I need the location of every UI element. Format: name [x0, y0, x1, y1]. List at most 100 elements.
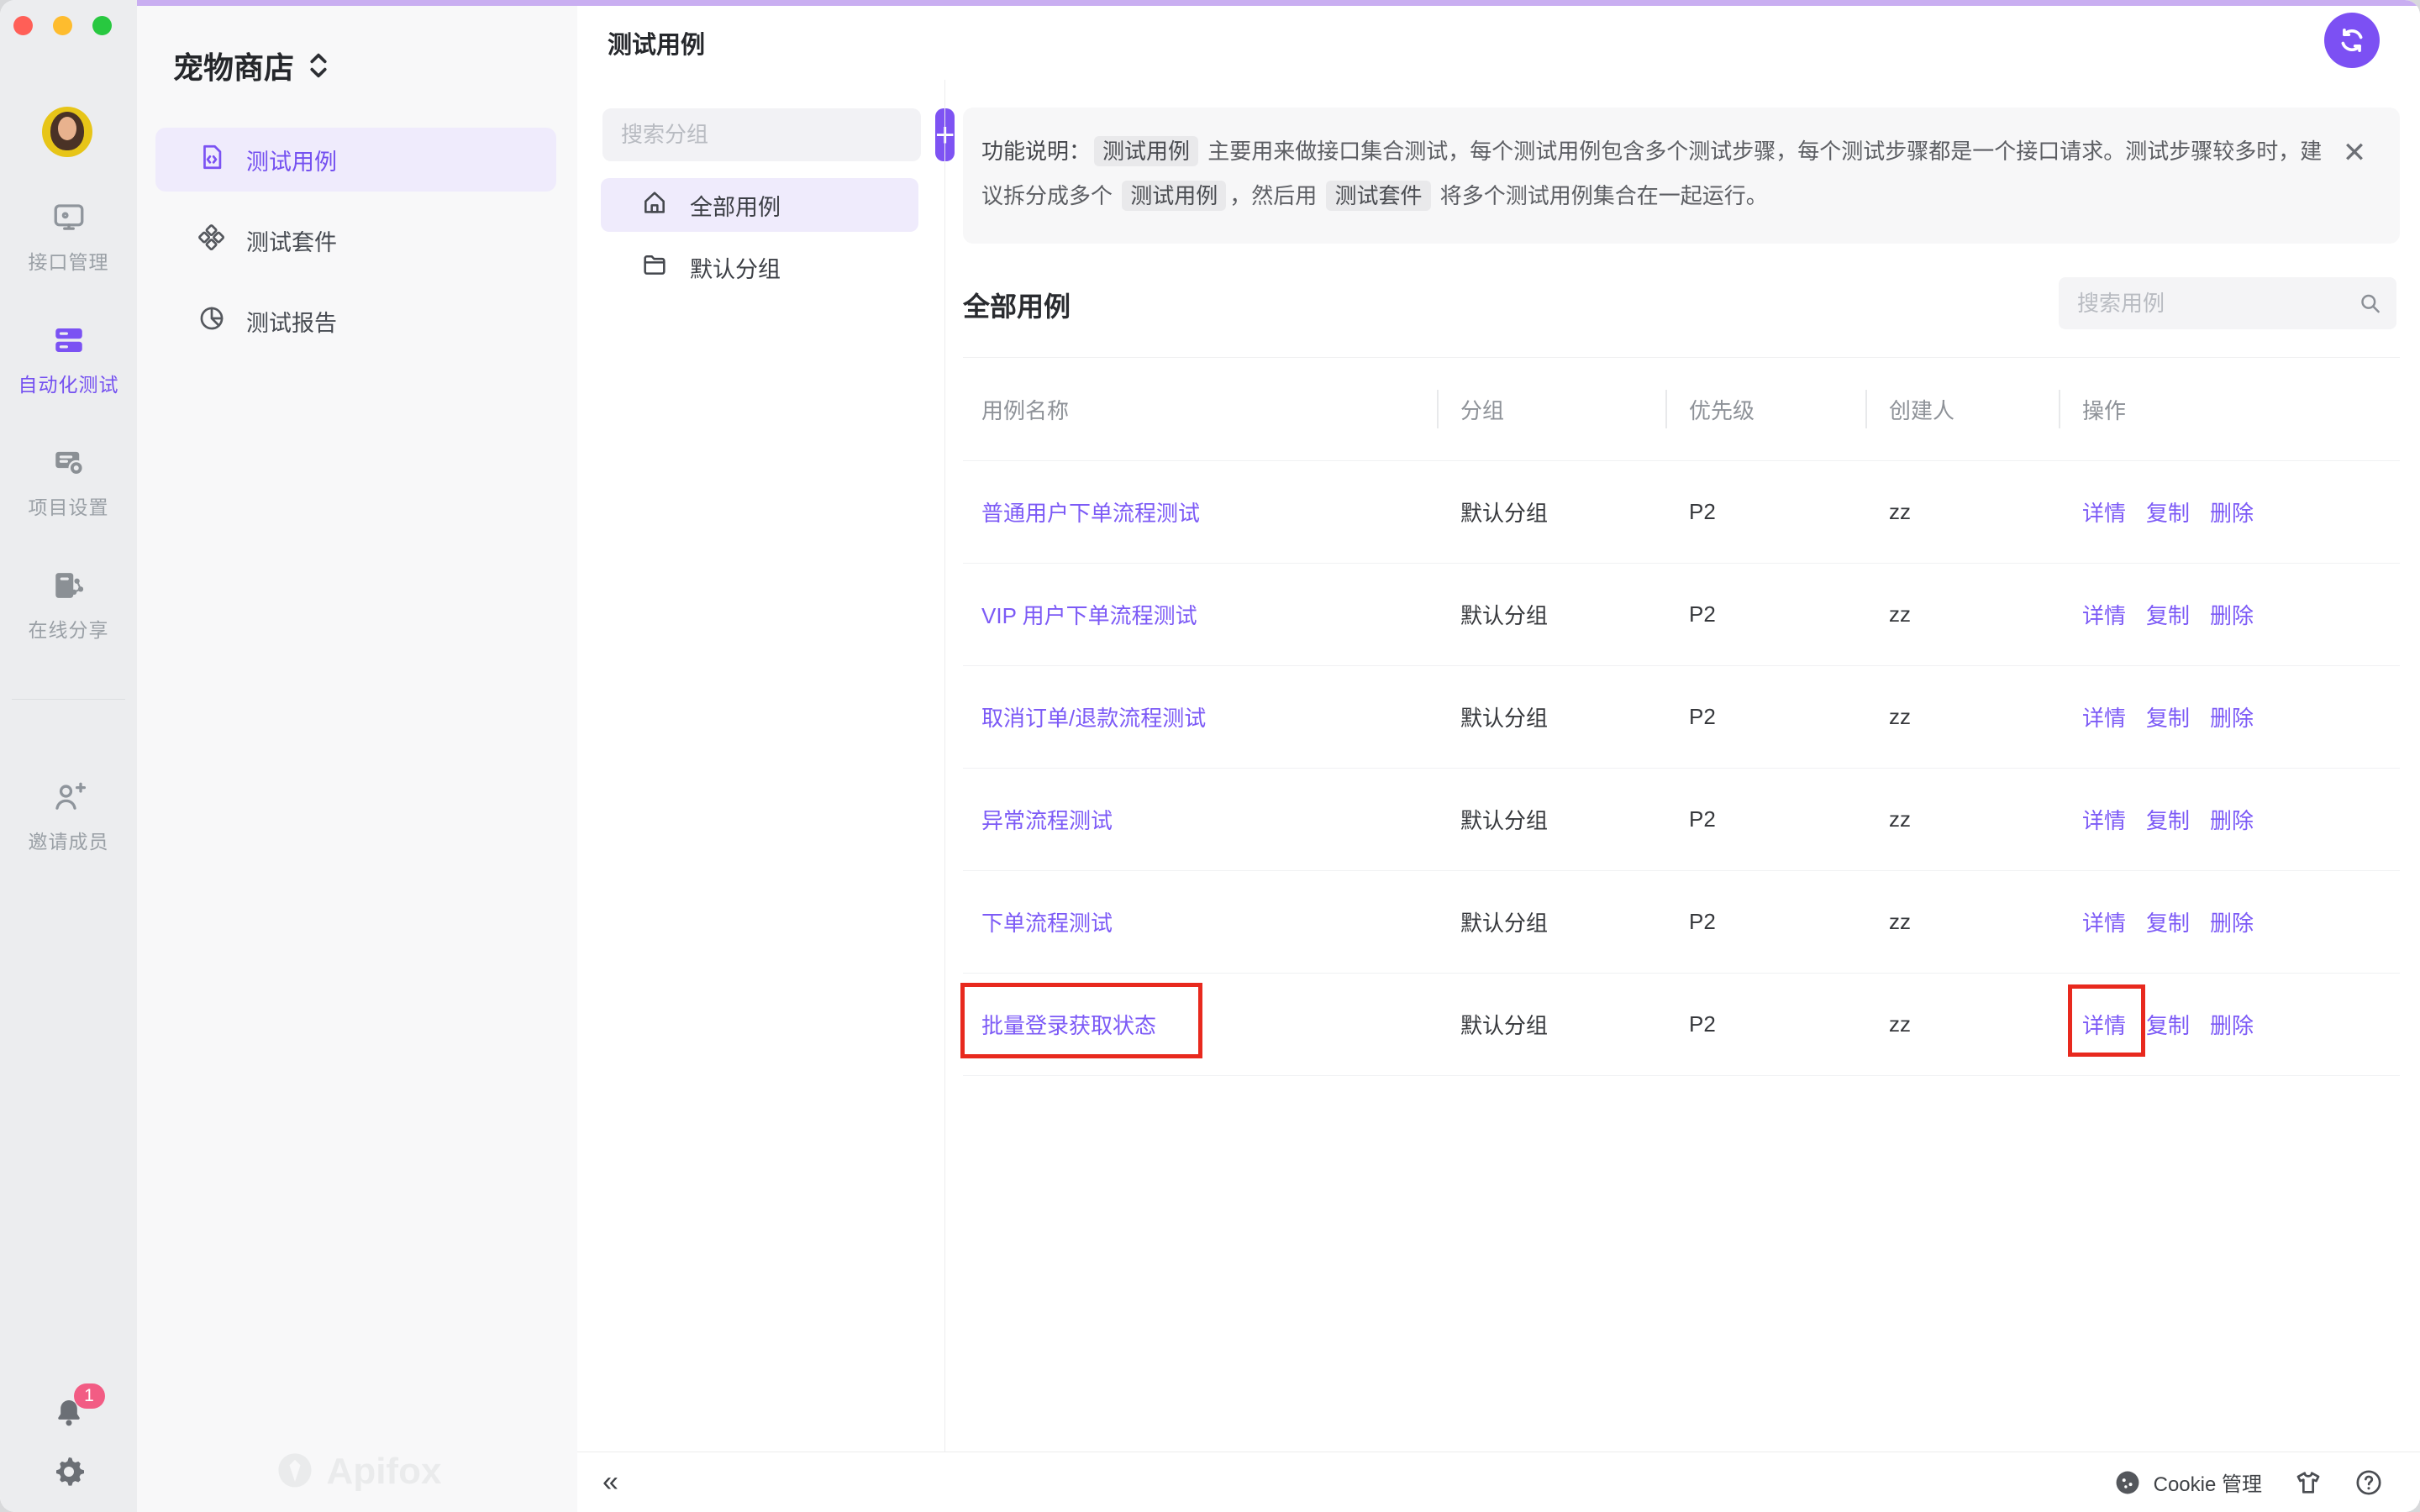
group-item-0[interactable]: 全部用例 — [601, 178, 918, 232]
case-priority-cell: P2 — [1689, 806, 1889, 832]
case-group-cell: 默认分组 — [1460, 496, 1689, 528]
invite-member-icon — [51, 780, 87, 819]
cookie-icon — [2113, 1468, 2142, 1497]
group-item-1[interactable]: 默认分组 — [601, 240, 918, 294]
case-priority-cell: P2 — [1689, 499, 1889, 525]
case-name-link[interactable]: 下单流程测试 — [981, 911, 1113, 936]
search-icon — [2359, 291, 2381, 316]
banner-segment: ，然后用 — [1229, 183, 1323, 208]
action-link-1[interactable]: 复制 — [2146, 1013, 2190, 1038]
project-menu-item-2[interactable]: 测试报告 — [155, 289, 556, 353]
case-group-cell: 默认分组 — [1460, 701, 1689, 732]
action-link-0[interactable]: 详情 — [2082, 911, 2126, 936]
case-priority-cell: P2 — [1689, 704, 1889, 730]
invite-member-label: 邀请成员 — [29, 826, 109, 854]
action-link-2[interactable]: 删除 — [2210, 808, 2254, 833]
case-name-link[interactable]: VIP 用户下单流程测试 — [981, 603, 1197, 628]
action-link-2[interactable]: 删除 — [2210, 501, 2254, 526]
rail-item-label: 自动化测试 — [18, 369, 119, 397]
rail-divider — [12, 699, 125, 700]
notification-badge: 1 — [74, 1383, 105, 1409]
folder-icon — [641, 251, 668, 284]
case-actions-cell: 详情复制删除 — [2082, 804, 2400, 835]
case-creator-cell: zz — [1889, 1011, 2082, 1037]
project-menu-label: 测试报告 — [246, 305, 337, 338]
rail-item-label: 在线分享 — [29, 614, 109, 643]
notifications-button[interactable]: 1 — [53, 1397, 85, 1433]
collapse-sidebar-icon[interactable]: « — [602, 1466, 618, 1499]
zoom-window-button[interactable] — [92, 16, 112, 35]
case-creator-cell: zz — [1889, 806, 2082, 832]
action-link-2[interactable]: 删除 — [2210, 603, 2254, 628]
project-menu-item-0[interactable]: 测试用例 — [155, 128, 556, 192]
case-name-link[interactable]: 异常流程测试 — [981, 808, 1113, 833]
case-name-link[interactable]: 普通用户下单流程测试 — [981, 501, 1200, 526]
rail-item-3[interactable]: 在线分享 — [0, 568, 137, 643]
group-item-label: 默认分组 — [690, 251, 781, 284]
project-menu-item-1[interactable]: 测试套件 — [155, 208, 556, 272]
action-link-1[interactable]: 复制 — [2146, 603, 2190, 628]
project-switcher[interactable]: 宠物商店 — [173, 44, 329, 87]
case-group-cell: 默认分组 — [1460, 1009, 1689, 1040]
settings-gear-icon[interactable] — [52, 1455, 86, 1488]
bottom-bar-right: Cookie 管理 — [2113, 1467, 2383, 1497]
case-priority-cell: P2 — [1689, 601, 1889, 627]
case-name-link[interactable]: 取消订单/退款流程测试 — [981, 706, 1206, 731]
minimize-window-button[interactable] — [53, 16, 72, 35]
case-search-input[interactable] — [2077, 291, 2359, 317]
close-window-button[interactable] — [13, 16, 33, 35]
help-icon[interactable] — [2354, 1468, 2383, 1497]
chevron-updown-icon — [308, 51, 329, 80]
test-suite-icon — [197, 223, 226, 258]
case-creator-cell: zz — [1889, 499, 2082, 525]
theme-tshirt-icon[interactable] — [2294, 1468, 2323, 1497]
rail-item-2[interactable]: 项目设置 — [0, 445, 137, 520]
case-creator-cell: zz — [1889, 704, 2082, 730]
action-link-2[interactable]: 删除 — [2210, 1013, 2254, 1038]
project-menu: 测试用例 测试套件 测试报告 — [155, 128, 556, 353]
cookie-manager-button[interactable]: Cookie 管理 — [2113, 1467, 2262, 1497]
project-title: 宠物商店 — [173, 44, 294, 87]
group-panel-title: 测试用例 — [608, 25, 705, 60]
column-header-2: 优先级 — [1689, 394, 1889, 425]
action-link-0[interactable]: 详情 — [2082, 706, 2126, 731]
refresh-button[interactable] — [2324, 13, 2380, 68]
action-link-0[interactable]: 详情 — [2082, 501, 2126, 526]
rail-item-0[interactable]: 接口管理 — [0, 200, 137, 275]
invite-member-button[interactable]: 邀请成员 — [0, 780, 137, 854]
action-link-1[interactable]: 复制 — [2146, 808, 2190, 833]
apifox-logo-icon — [273, 1450, 317, 1494]
action-link-1[interactable]: 复制 — [2146, 706, 2190, 731]
table-row-0: 普通用户下单流程测试 默认分组P2zz详情复制删除 — [963, 461, 2400, 564]
home-icon — [641, 189, 668, 222]
action-link-0[interactable]: 详情 — [2082, 808, 2126, 833]
apifox-watermark: Apifox — [137, 1450, 577, 1494]
group-panel: 测试用例 + 全部用例 默认分组 — [577, 0, 945, 1512]
case-creator-cell: zz — [1889, 909, 2082, 935]
rail-invite: 邀请成员 — [0, 780, 137, 854]
table-row-3: 异常流程测试默认分组P2zz详情复制删除 — [963, 769, 2400, 871]
action-link-1[interactable]: 复制 — [2146, 501, 2190, 526]
project-panel: 宠物商店 测试用例 测试套件 测试报告 Apifox — [137, 0, 577, 1512]
rail-item-label: 项目设置 — [29, 491, 109, 520]
action-link-2[interactable]: 删除 — [2210, 706, 2254, 731]
rail-item-label: 接口管理 — [29, 246, 109, 275]
action-link-1[interactable]: 复制 — [2146, 911, 2190, 936]
group-search-row: + — [602, 108, 920, 161]
avatar[interactable] — [42, 107, 92, 157]
column-header-1: 分组 — [1460, 394, 1689, 425]
banner-close-icon[interactable]: ✕ — [2339, 138, 2370, 168]
case-priority-cell: P2 — [1689, 1011, 1889, 1037]
column-header-3: 创建人 — [1889, 394, 2082, 425]
case-table: 用例名称分组优先级创建人操作 普通用户下单流程测试默认分组P2zz详情复制删除V… — [963, 357, 2400, 1076]
annotation-box-case-name — [960, 983, 1202, 1058]
action-link-0[interactable]: 详情 — [2082, 603, 2126, 628]
action-link-2[interactable]: 删除 — [2210, 911, 2254, 936]
annotation-box-detail-link — [2068, 984, 2145, 1057]
group-search-input[interactable] — [602, 108, 921, 161]
case-group-cell: 默认分组 — [1460, 906, 1689, 937]
rail-item-1[interactable]: 自动化测试 — [0, 323, 137, 397]
banner-prefix: 功能说明： — [981, 139, 1091, 164]
banner-segment: 将多个测试用例集合在一起运行。 — [1434, 183, 1768, 208]
left-rail: 接口管理 自动化测试 项目设置 在线分享 邀请成员 1 — [0, 0, 137, 1512]
